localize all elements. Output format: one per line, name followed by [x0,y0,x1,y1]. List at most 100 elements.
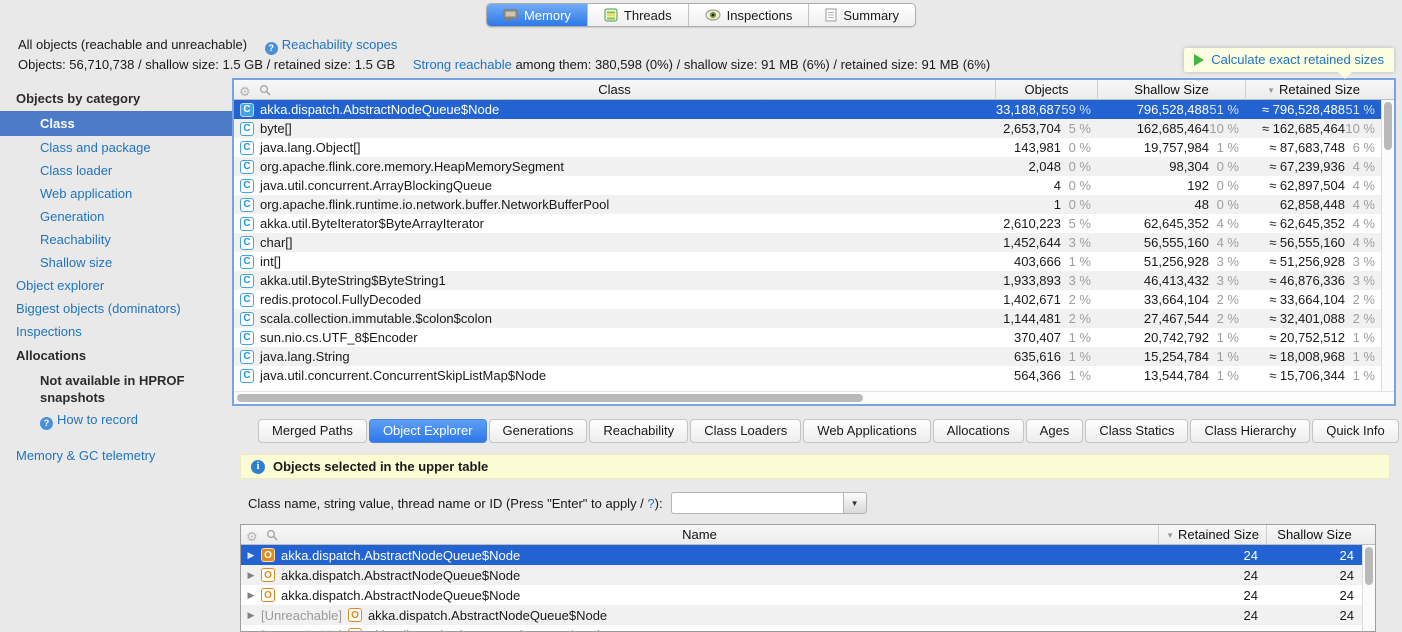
tab-threads[interactable]: Threads [588,4,689,26]
retained-size: ≈ 15,706,344 [1245,368,1345,383]
column-shallow-size[interactable]: Shallow Size [1097,80,1245,100]
expand-icon[interactable]: ▶ [241,570,261,581]
objects-percent: 2 % [1061,292,1097,307]
gear-icon[interactable]: ⚙ [246,531,258,543]
scrollbar-thumb[interactable] [1384,102,1392,150]
object-table-row[interactable]: ▶Oakka.dispatch.AbstractNodeQueue$Node24… [241,585,1362,605]
horizontal-scrollbar[interactable] [234,391,1394,404]
column-name[interactable]: ⚙ Name [241,527,1158,542]
tab-allocations[interactable]: Allocations [933,419,1024,443]
tab-reachability[interactable]: Reachability [589,419,688,443]
tab-ages[interactable]: Ages [1026,419,1084,443]
sidebar-item-generation[interactable]: Generation [0,205,232,228]
vertical-scrollbar[interactable] [1381,100,1394,391]
tab-class-hierarchy[interactable]: Class Hierarchy [1190,419,1310,443]
object-table-row[interactable]: ▶[Unreachable]Oakka.dispatch.AbstractNod… [241,625,1362,631]
class-icon: C [240,160,254,174]
class-table-row[interactable]: Cscala.collection.immutable.$colon$colon… [234,309,1381,328]
class-table-row[interactable]: Cint[]403,6661 %51,256,9283 %≈ 51,256,92… [234,252,1381,271]
class-icon: C [240,331,254,345]
class-table-row[interactable]: Credis.protocol.FullyDecoded1,402,6712 %… [234,290,1381,309]
vertical-scrollbar[interactable] [1362,545,1375,631]
sidebar-item-class-and-package[interactable]: Class and package [0,136,232,159]
sidebar-item-reachability[interactable]: Reachability [0,228,232,251]
tab-merged-paths[interactable]: Merged Paths [258,419,367,443]
tab-web-applications[interactable]: Web Applications [803,419,931,443]
column-retained-size[interactable]: ▼Retained Size [1245,80,1381,100]
sidebar-item-web-application[interactable]: Web application [0,182,232,205]
class-table-row[interactable]: Cjava.lang.Object[]143,9810 %19,757,9841… [234,138,1381,157]
strong-reachable-link[interactable]: Strong reachable [413,57,512,72]
object-name: akka.dispatch.AbstractNodeQueue$Node [281,588,520,603]
column-class[interactable]: ⚙ Class [234,82,995,97]
class-name: akka.util.ByteIterator$ByteArrayIterator [260,216,484,231]
tab-memory[interactable]: Memory [487,4,588,26]
class-table-row[interactable]: Cakka.util.ByteIterator$ByteArrayIterato… [234,214,1381,233]
sidebar-item-memory-gc-telemetry[interactable]: Memory & GC telemetry [0,444,232,467]
class-table-row[interactable]: Cjava.util.concurrent.ConcurrentSkipList… [234,366,1381,385]
object-table-row[interactable]: ▶[Unreachable]Oakka.dispatch.AbstractNod… [241,605,1362,625]
class-table-row[interactable]: Corg.apache.flink.runtime.io.network.buf… [234,195,1381,214]
tab-inspections[interactable]: Inspections [689,4,810,26]
tab-summary[interactable]: Summary [809,4,915,26]
tab-class-loaders[interactable]: Class Loaders [690,419,801,443]
filter-dropdown-button[interactable]: ▼ [843,492,867,514]
strong-reachable-stats: among them: 380,598 (0%) / shallow size:… [512,57,990,72]
column-objects[interactable]: Objects [995,80,1097,100]
filter-input[interactable] [671,492,843,514]
top-tabbar: MemoryThreadsInspectionsSummary [0,0,1402,30]
expand-icon[interactable]: ▶ [241,590,261,601]
sidebar-item-how-to-record[interactable]: ?How to record [0,408,232,434]
objects-percent: 1 % [1061,368,1097,383]
scrollbar-thumb[interactable] [237,394,863,402]
class-table-row[interactable]: Cbyte[]2,653,7045 %162,685,46410 %≈ 162,… [234,119,1381,138]
tab-class-statics[interactable]: Class Statics [1085,419,1188,443]
retained-size: ≈ 62,645,352 [1245,216,1345,231]
retained-percent: 1 % [1345,349,1381,364]
sidebar-item-biggest-objects-dominators[interactable]: Biggest objects (dominators) [0,297,232,320]
expand-icon[interactable]: ▶ [241,550,261,561]
sidebar-item-shallow-size[interactable]: Shallow size [0,251,232,274]
objects-percent: 1 % [1061,330,1097,345]
retained-size: ≈ 32,401,088 [1245,311,1345,326]
search-icon[interactable] [266,529,278,544]
expand-icon[interactable]: ▶ [241,630,261,632]
shallow-size: 51,256,928 [1097,254,1209,269]
scrollbar-thumb[interactable] [1365,547,1373,585]
retained-size: ≈ 18,008,968 [1245,349,1345,364]
filter-help-link[interactable]: ? [647,496,654,511]
objects-count: 4 [995,178,1061,193]
objects-count: 564,366 [995,368,1061,383]
tab-quick-info[interactable]: Quick Info [1312,419,1399,443]
selection-banner: i Objects selected in the upper table [240,454,1390,479]
object-table-row[interactable]: ▶Oakka.dispatch.AbstractNodeQueue$Node24… [241,565,1362,585]
class-table-row[interactable]: Cjava.util.concurrent.ArrayBlockingQueue… [234,176,1381,195]
sidebar-item-inspections[interactable]: Inspections [0,320,232,343]
tab-object-explorer[interactable]: Object Explorer [369,419,487,443]
shallow-size: 24 [1266,628,1362,632]
object-table-row[interactable]: ▶Oakka.dispatch.AbstractNodeQueue$Node24… [241,545,1362,565]
reachability-scopes-link[interactable]: ?Reachability scopes [265,37,398,52]
sort-desc-icon: ▼ [1166,531,1174,540]
class-icon: C [240,312,254,326]
shallow-percent: 0 % [1209,159,1245,174]
shallow-size: 62,645,352 [1097,216,1209,231]
class-table-row[interactable]: Cakka.util.ByteString$ByteString11,933,8… [234,271,1381,290]
class-table-row[interactable]: Cchar[]1,452,6443 %56,555,1604 %≈ 56,555… [234,233,1381,252]
sidebar-item-class-loader[interactable]: Class loader [0,159,232,182]
class-table-row[interactable]: Cjava.lang.String635,6161 %15,254,7841 %… [234,347,1381,366]
column-retained-size[interactable]: ▼Retained Size [1158,525,1266,545]
tab-generations[interactable]: Generations [489,419,588,443]
class-table-row[interactable]: Corg.apache.flink.core.memory.HeapMemory… [234,157,1381,176]
gear-icon[interactable]: ⚙ [239,86,251,98]
calculate-retained-sizes-button[interactable]: Calculate exact retained sizes [1184,48,1394,72]
column-shallow-size[interactable]: Shallow Size [1266,525,1362,545]
search-icon[interactable] [259,84,271,99]
retained-percent: 51 % [1345,102,1381,117]
class-table-row[interactable]: Cakka.dispatch.AbstractNodeQueue$Node33,… [234,100,1381,119]
sidebar-item-object-explorer[interactable]: Object explorer [0,274,232,297]
shallow-percent: 2 % [1209,292,1245,307]
class-table-row[interactable]: Csun.nio.cs.UTF_8$Encoder370,4071 %20,74… [234,328,1381,347]
sidebar-item-class[interactable]: Class [0,111,232,136]
expand-icon[interactable]: ▶ [241,610,261,621]
